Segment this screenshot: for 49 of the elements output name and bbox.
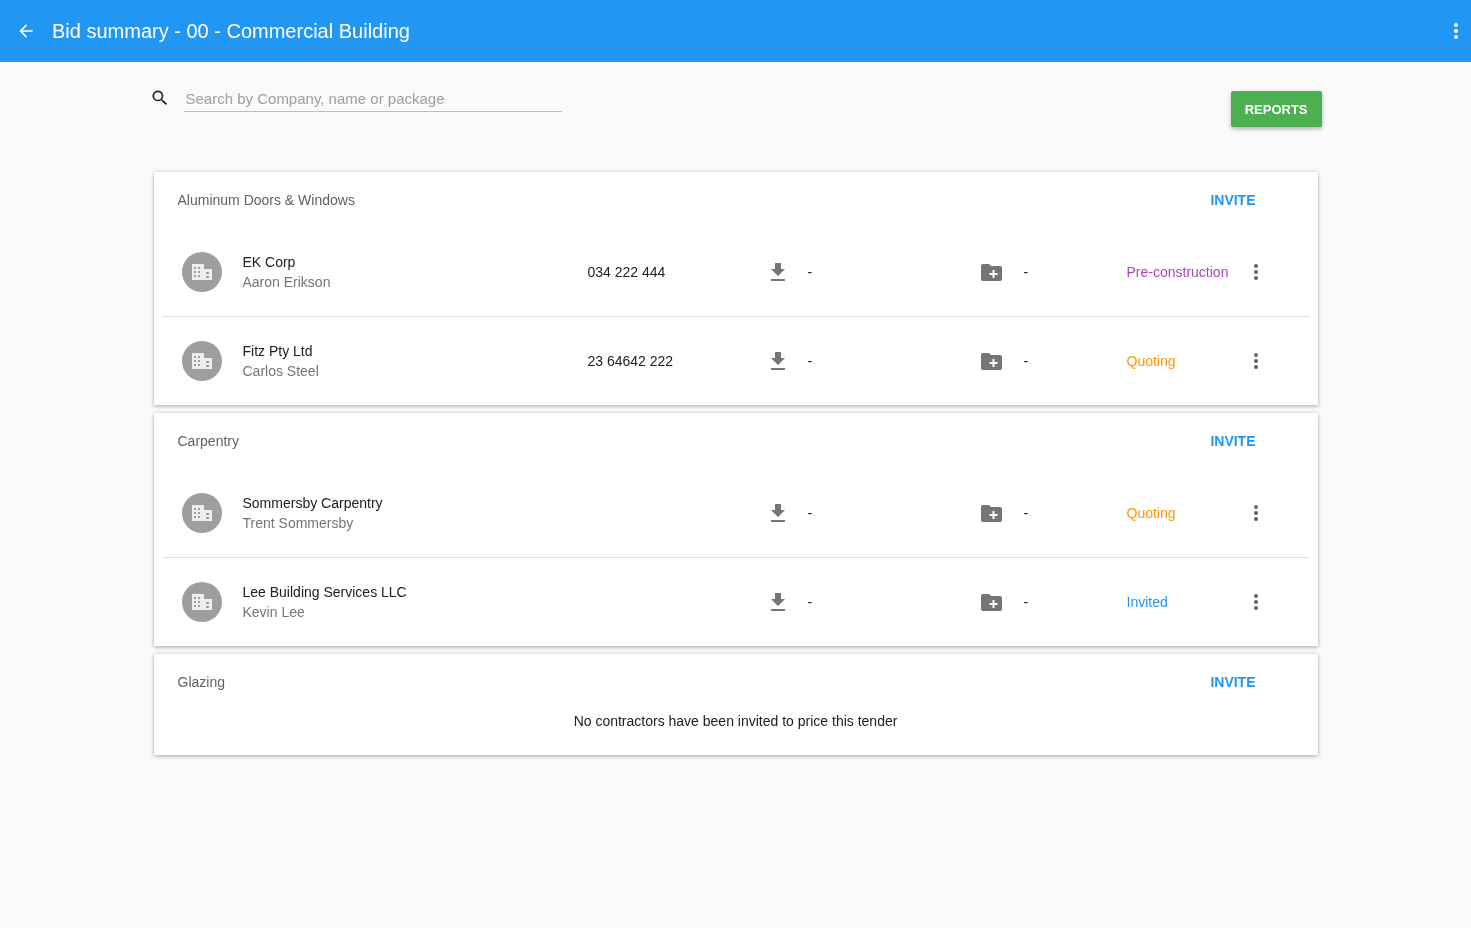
more-icon[interactable]: [1252, 352, 1259, 370]
company-name: Sommersby Carpentry: [242, 495, 384, 511]
folder-add-icon[interactable]: [980, 263, 1002, 281]
invite-link[interactable]: INVITE: [1210, 192, 1256, 208]
building-icon: [190, 593, 213, 611]
company-name: Lee Building Services LLC: [242, 584, 408, 600]
reports-button[interactable]: REPORTS: [1230, 91, 1322, 127]
package-name: Aluminum Doors & Windows: [177, 192, 355, 208]
download-icon[interactable]: [769, 504, 786, 522]
status-label: Invited: [1126, 594, 1168, 610]
more-icon[interactable]: [1252, 263, 1259, 281]
documents-value: -: [1023, 353, 1029, 369]
status-label: Quoting: [1126, 505, 1176, 521]
more-icon[interactable]: [1453, 22, 1459, 40]
documents-value: -: [1023, 594, 1029, 610]
download-icon[interactable]: [769, 352, 786, 370]
more-icon[interactable]: [1252, 504, 1259, 522]
download-value: -: [807, 264, 813, 280]
package-name: Carpentry: [177, 433, 239, 449]
folder-add-icon[interactable]: [980, 504, 1002, 522]
contact-name: Carlos Steel: [242, 363, 320, 379]
download-value: -: [807, 505, 813, 521]
search-field[interactable]: Search by Company, name or package: [183, 90, 562, 112]
folder-add-icon[interactable]: [980, 593, 1002, 611]
contact-name: Trent Sommersby: [242, 515, 355, 531]
company-name: Fitz Pty Ltd: [242, 343, 314, 359]
more-icon[interactable]: [1252, 593, 1259, 611]
contact-name: Aaron Erikson: [242, 274, 332, 290]
page-title: Bid summary - 00 - Commercial Building: [52, 19, 411, 43]
download-icon[interactable]: [769, 593, 786, 611]
building-icon: [190, 504, 213, 522]
status-label: Pre-construction: [1126, 264, 1229, 280]
folder-add-icon[interactable]: [980, 352, 1002, 370]
company-name: EK Corp: [242, 254, 297, 270]
package-name: Glazing: [177, 674, 225, 690]
download-value: -: [807, 594, 813, 610]
invite-link[interactable]: INVITE: [1210, 433, 1256, 449]
building-icon: [190, 352, 213, 370]
invite-link[interactable]: INVITE: [1210, 674, 1256, 690]
building-icon: [190, 263, 213, 281]
documents-value: -: [1023, 264, 1029, 280]
phone-number: 23 64642 222: [587, 353, 674, 369]
phone-number: 034 222 444: [587, 264, 666, 280]
status-label: Quoting: [1126, 353, 1176, 369]
contact-name: Kevin Lee: [242, 604, 306, 620]
download-value: -: [807, 353, 813, 369]
empty-message: No contractors have been invited to price this tender: [573, 713, 898, 729]
download-icon[interactable]: [769, 263, 786, 281]
documents-value: -: [1023, 505, 1029, 521]
